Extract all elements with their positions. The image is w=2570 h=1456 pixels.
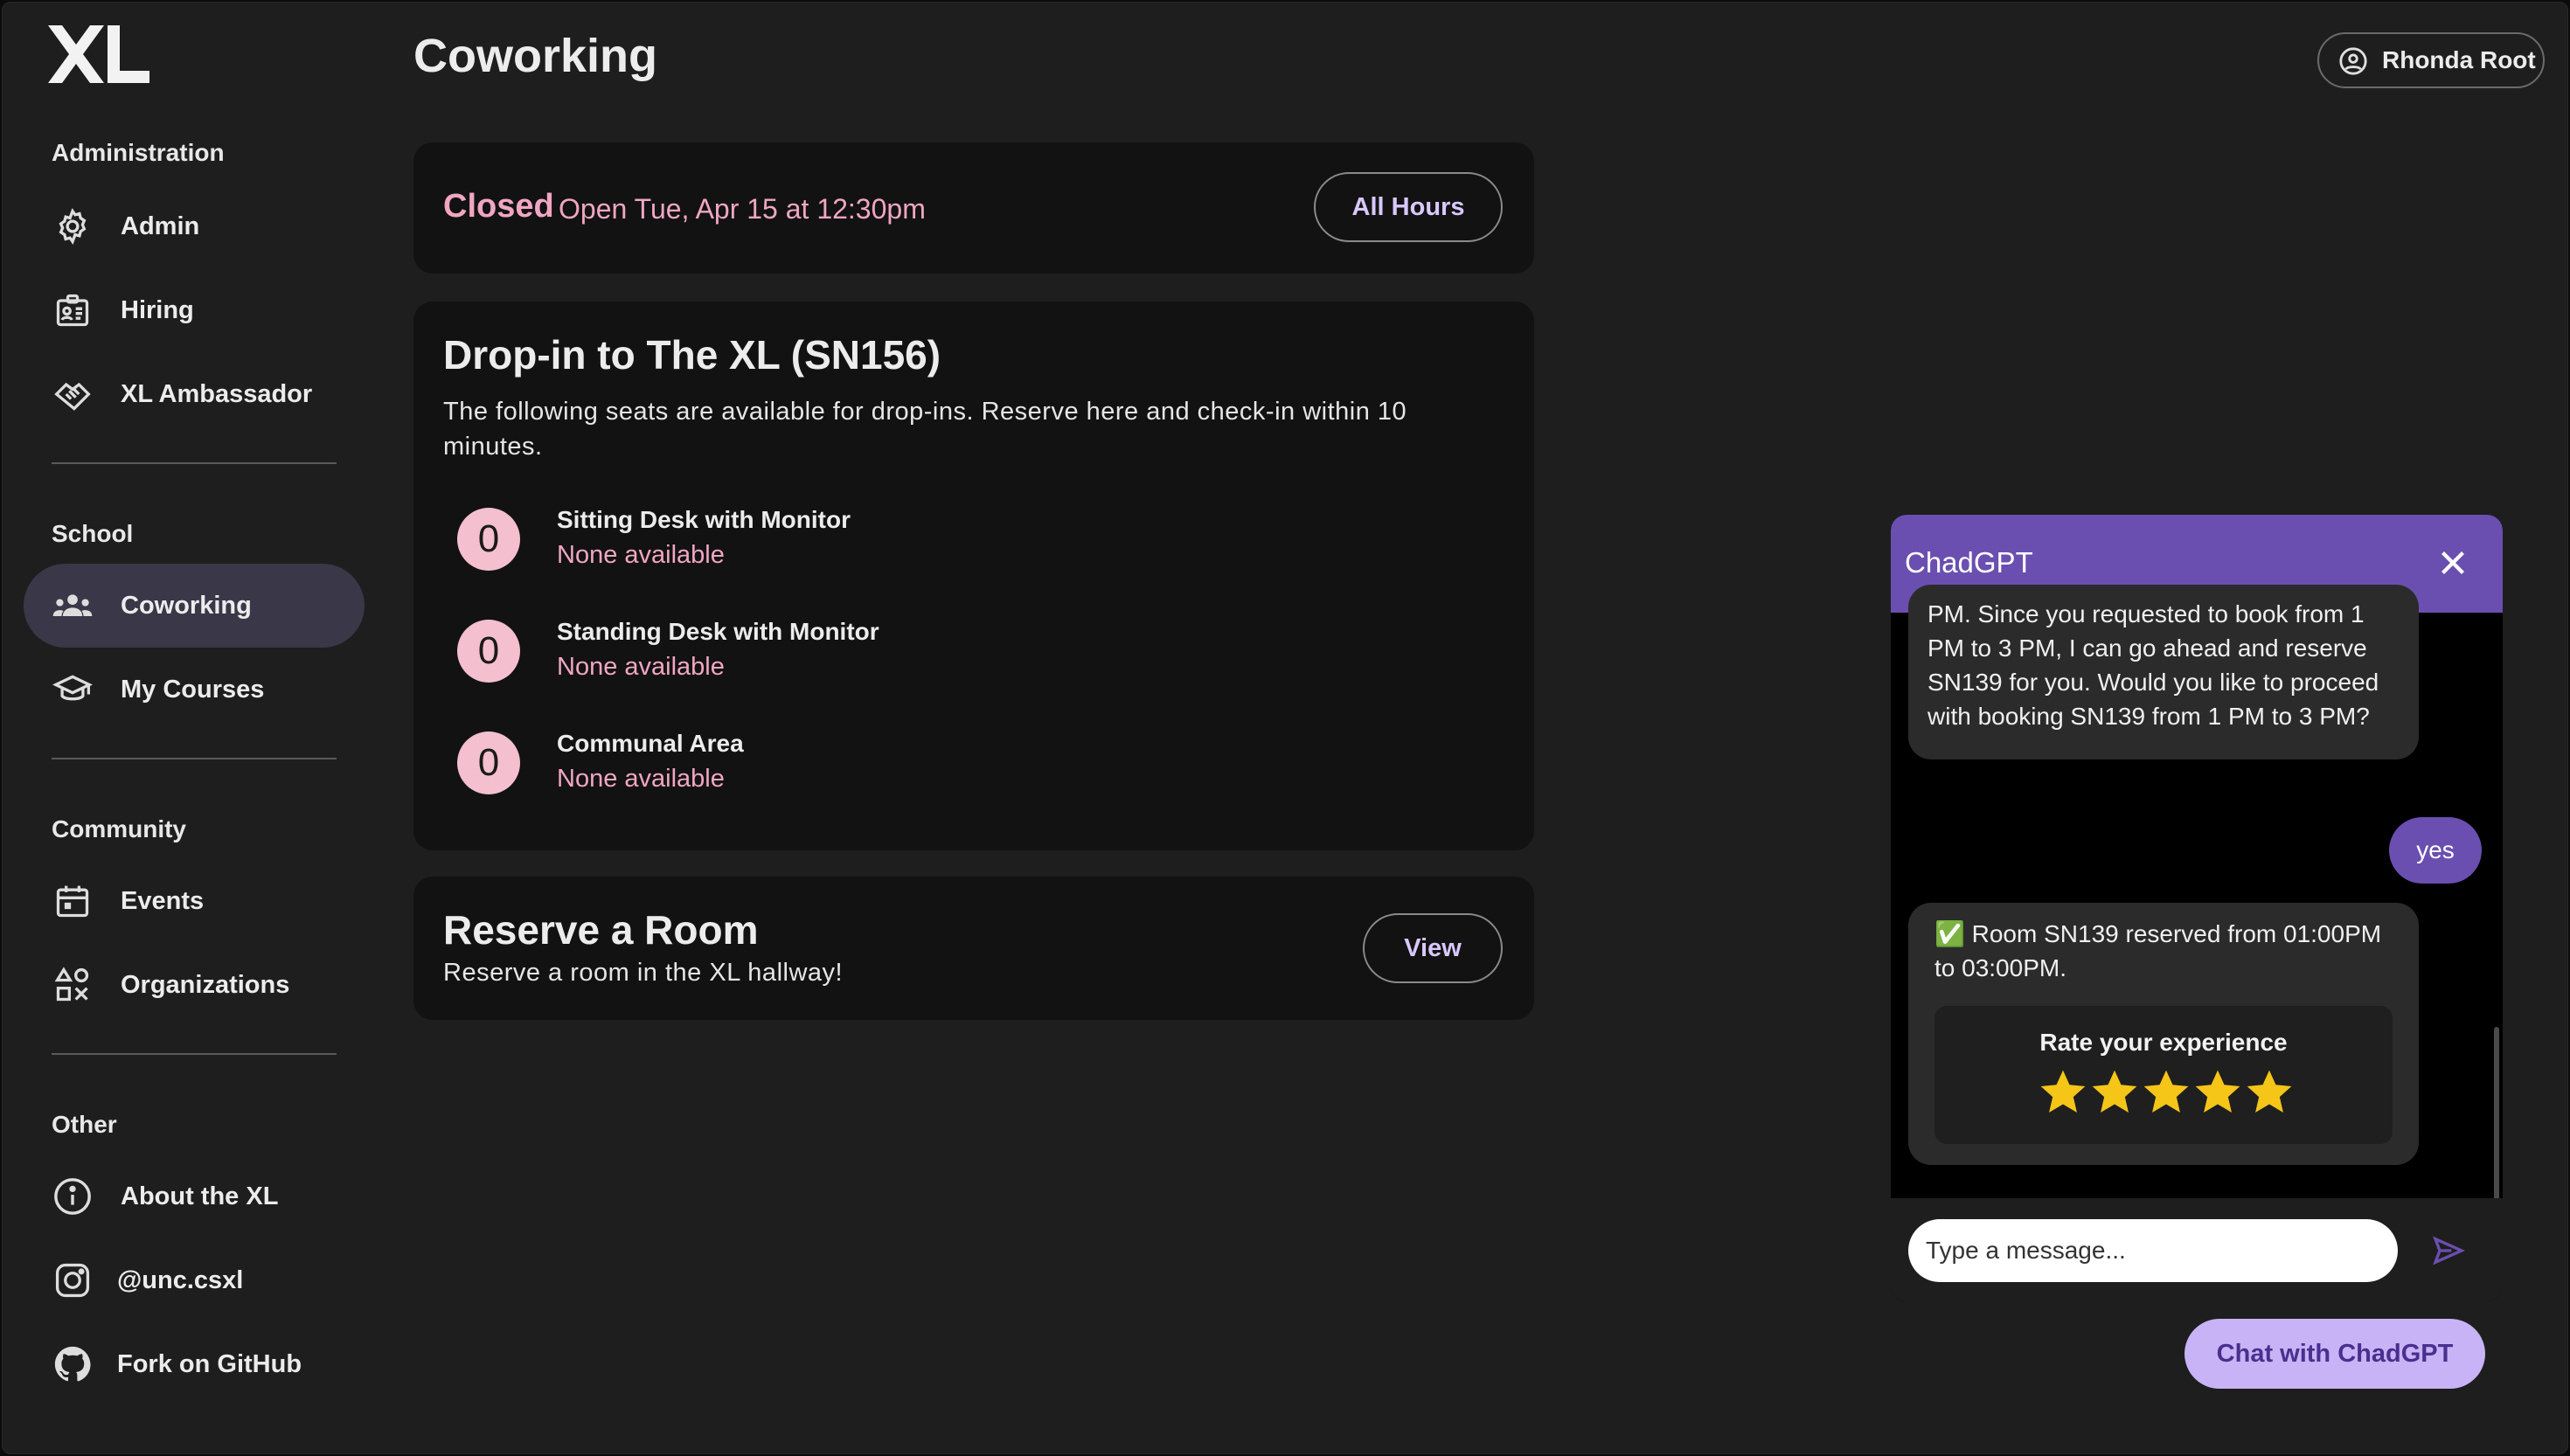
- sidebar-item-organizations[interactable]: Organizations: [24, 943, 365, 1027]
- seat-row-communal-area[interactable]: 0 Communal Area None available: [457, 726, 1244, 796]
- app-window: Administration Admin Hiring XL Ambassado…: [2, 2, 2568, 1454]
- sidebar-item-events[interactable]: Events: [24, 859, 365, 943]
- sidebar-item-my-courses[interactable]: My Courses: [24, 648, 365, 731]
- chat-message-bot-confirmation: ✅ Room SN139 reserved from 01:00PM to 03…: [1908, 903, 2419, 1165]
- handshake-icon: [52, 373, 94, 415]
- seat-count-badge: 0: [457, 620, 520, 683]
- sidebar-divider: [52, 462, 337, 464]
- dropin-title: Drop-in to The XL (SN156): [443, 332, 941, 378]
- user-profile-button[interactable]: Rhonda Root: [2317, 32, 2545, 88]
- user-name: Rhonda Root: [2382, 46, 2536, 73]
- seat-name: Sitting Desk with Monitor: [557, 506, 851, 533]
- reserve-room-card: Reserve a Room Reserve a room in the XL …: [413, 877, 1534, 1020]
- gear-icon: [52, 205, 94, 247]
- sidebar-item-label: Fork on GitHub: [117, 1349, 302, 1378]
- xl-logo[interactable]: [48, 25, 149, 83]
- all-hours-button[interactable]: All Hours: [1314, 172, 1503, 242]
- section-title-administration: Administration: [52, 139, 225, 166]
- close-icon[interactable]: [2433, 543, 2473, 583]
- seat-name: Communal Area: [557, 730, 744, 757]
- graduation-cap-icon: [52, 669, 94, 711]
- sidebar-item-label: Hiring: [121, 295, 194, 324]
- seat-availability: None available: [557, 765, 725, 793]
- view-rooms-button[interactable]: View: [1363, 913, 1503, 983]
- badge-icon: [52, 289, 94, 331]
- account-circle-icon: [2338, 46, 2368, 76]
- seat-count-badge: 0: [457, 731, 520, 794]
- sidebar-item-label: My Courses: [121, 675, 265, 704]
- sidebar-divider: [52, 758, 337, 759]
- seat-row-sitting-desk[interactable]: 0 Sitting Desk with Monitor None availab…: [457, 503, 1244, 572]
- sidebar-item-about[interactable]: About the XL: [24, 1154, 365, 1238]
- dropin-description: The following seats are available for dr…: [443, 398, 1407, 461]
- reserve-room-description: Reserve a room in the XL hallway!: [443, 959, 844, 987]
- page-title: Coworking: [413, 30, 657, 82]
- sidebar-item-label: Events: [121, 886, 205, 915]
- status-closed-label: Closed: [443, 188, 554, 225]
- github-icon: [52, 1343, 94, 1385]
- chat-message-bot: PM. Since you requested to book from 1 P…: [1908, 585, 2419, 759]
- star-icon[interactable]: [2141, 1067, 2191, 1118]
- chat-scrollbar[interactable]: [2494, 1027, 2499, 1202]
- sidebar-item-admin[interactable]: Admin: [24, 184, 365, 268]
- rating-box: Rate your experience: [1934, 1006, 2393, 1144]
- dropin-card: Drop-in to The XL (SN156) The following …: [413, 302, 1534, 850]
- sidebar-item-coworking[interactable]: Coworking: [24, 564, 365, 648]
- chat-launcher-button[interactable]: Chat with ChadGPT: [2184, 1319, 2485, 1389]
- seat-row-standing-desk[interactable]: 0 Standing Desk with Monitor None availa…: [457, 614, 1244, 684]
- chat-message-input[interactable]: [1908, 1219, 2398, 1282]
- star-icon[interactable]: [2089, 1067, 2140, 1118]
- sidebar-item-instagram[interactable]: @unc.csxl: [24, 1238, 365, 1322]
- sidebar-item-github[interactable]: Fork on GitHub: [24, 1322, 365, 1406]
- sidebar-item-label: Organizations: [121, 970, 290, 999]
- seat-count-badge: 0: [457, 508, 520, 571]
- sidebar-item-label: XL Ambassador: [121, 379, 313, 408]
- rating-title: Rate your experience: [2039, 1029, 2288, 1056]
- seat-availability: None available: [557, 541, 725, 569]
- shapes-icon: [52, 964, 94, 1006]
- group-icon: [52, 585, 94, 627]
- chat-message-user: yes: [2389, 817, 2482, 884]
- reserve-room-title: Reserve a Room: [443, 907, 759, 953]
- chat-input-bar: [1891, 1198, 2503, 1301]
- seat-availability: None available: [557, 653, 725, 681]
- sidebar-item-hiring[interactable]: Hiring: [24, 268, 365, 352]
- star-icon[interactable]: [2192, 1067, 2243, 1118]
- confirmation-text: ✅ Room SN139 reserved from 01:00PM to 03…: [1934, 920, 2382, 981]
- status-card: Closed Open Tue, Apr 15 at 12:30pm All H…: [413, 142, 1534, 274]
- seat-name: Standing Desk with Monitor: [557, 618, 879, 645]
- calendar-icon: [52, 880, 94, 922]
- sidebar-divider: [52, 1053, 337, 1055]
- sidebar-item-label: @unc.csxl: [117, 1265, 244, 1294]
- chat-panel: ChadGPT PM. Since you requested to book …: [1891, 515, 2503, 1301]
- next-open-text: Open Tue, Apr 15 at 12:30pm: [559, 193, 926, 225]
- star-icon[interactable]: [2244, 1067, 2295, 1118]
- chat-title: ChadGPT: [1905, 546, 2033, 579]
- section-title-community: Community: [52, 815, 186, 842]
- sidebar-item-label: Admin: [121, 211, 200, 240]
- sidebar-item-label: About the XL: [121, 1182, 279, 1210]
- sidebar-item-xl-ambassador[interactable]: XL Ambassador: [24, 352, 365, 436]
- instagram-icon: [52, 1259, 94, 1301]
- section-title-school: School: [52, 520, 134, 547]
- send-icon[interactable]: [2429, 1233, 2468, 1268]
- star-icon[interactable]: [2038, 1067, 2088, 1118]
- sidebar: Administration Admin Hiring XL Ambassado…: [3, 3, 370, 1453]
- info-icon: [52, 1175, 94, 1217]
- sidebar-item-label: Coworking: [121, 591, 252, 620]
- section-title-other: Other: [52, 1111, 117, 1138]
